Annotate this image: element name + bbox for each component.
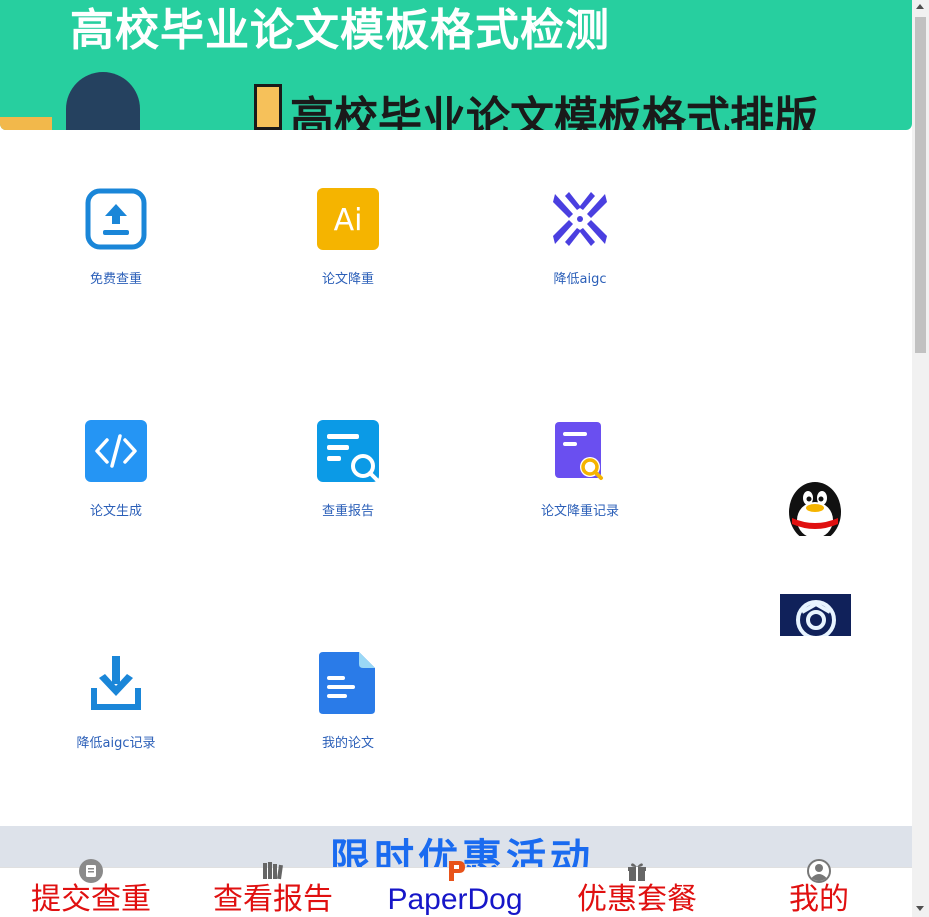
- books-icon: [263, 862, 283, 880]
- tab-label: 我的: [789, 882, 849, 917]
- grid-item-label: 免费查重: [89, 272, 142, 287]
- banner-decoration: [0, 117, 52, 130]
- grid-item-reduce-aigc[interactable]: 降低aigc: [500, 188, 660, 287]
- grid-item-aigc-record[interactable]: 降低aigc记录: [36, 652, 196, 751]
- grid-item-label: 论文生成: [89, 504, 142, 519]
- tab-label: 查看报告: [213, 882, 333, 917]
- grid-item-label: 论文降重: [321, 272, 374, 287]
- svg-text:Ai: Ai: [334, 203, 363, 238]
- tab-label: PaperDog: [387, 883, 523, 916]
- banner-subtitle: 高校毕业论文模板格式排版: [290, 93, 818, 130]
- upload-icon: [85, 188, 147, 250]
- tab-my[interactable]: 我的: [728, 859, 910, 917]
- ai-icon: Ai: [317, 188, 379, 250]
- document-icon: [319, 652, 375, 714]
- record-search-icon: [555, 422, 603, 480]
- tab-paperdog[interactable]: PaperDog: [364, 861, 546, 917]
- grid-item-paper-generate[interactable]: 论文生成: [36, 420, 196, 519]
- scroll-down-arrow-icon[interactable]: [916, 906, 924, 911]
- grid-item-reduce-record[interactable]: 论文降重记录: [500, 420, 660, 519]
- code-icon: [85, 420, 147, 482]
- tab-discount-package[interactable]: 优惠套餐: [546, 863, 728, 917]
- tab-label: 优惠套餐: [577, 882, 697, 917]
- grid-item-my-paper[interactable]: 我的论文: [268, 652, 428, 751]
- grid-item-label: 论文降重记录: [540, 504, 619, 519]
- clipboard-icon: [79, 859, 103, 883]
- openai-icon[interactable]: [780, 594, 851, 636]
- banner-book-illustration: [254, 84, 282, 130]
- banner-title: 高校毕业论文模板格式检测: [70, 5, 610, 56]
- page: 高校毕业论文模板格式检测 高校毕业论文模板格式排版 免费查重 Ai 论文降重 降…: [0, 0, 929, 917]
- grid-item-check-report[interactable]: 查重报告: [268, 420, 428, 519]
- tab-submit-check[interactable]: 提交查重: [0, 859, 182, 917]
- qq-penguin-icon[interactable]: [782, 482, 848, 536]
- gift-icon: [628, 863, 646, 881]
- aigc-x-icon: [553, 192, 607, 246]
- tab-view-report[interactable]: 查看报告: [182, 862, 364, 917]
- grid-item-free-check[interactable]: 免费查重: [36, 188, 196, 287]
- grid-item-label: 降低aigc记录: [76, 736, 156, 751]
- report-search-icon: [317, 420, 379, 482]
- grid-item-label: 我的论文: [321, 736, 374, 751]
- user-icon: [807, 859, 831, 883]
- scroll-thumb[interactable]: [915, 17, 926, 353]
- banner[interactable]: 高校毕业论文模板格式检测 高校毕业论文模板格式排版: [0, 0, 912, 130]
- paperdog-logo-icon: [449, 861, 465, 881]
- banner-figure-illustration: [66, 72, 140, 130]
- tab-label: 提交查重: [31, 882, 151, 917]
- grid-item-label: 降低aigc: [553, 272, 607, 287]
- scroll-up-arrow-icon[interactable]: [916, 4, 924, 9]
- scrollbar[interactable]: [912, 0, 929, 917]
- grid-item-reduce-dup[interactable]: Ai 论文降重: [268, 188, 428, 287]
- download-icon: [91, 656, 141, 710]
- grid-item-label: 查重报告: [321, 504, 374, 519]
- bottom-tab-bar: 提交查重 查看报告 PaperDog 优惠套餐 我的: [0, 859, 912, 917]
